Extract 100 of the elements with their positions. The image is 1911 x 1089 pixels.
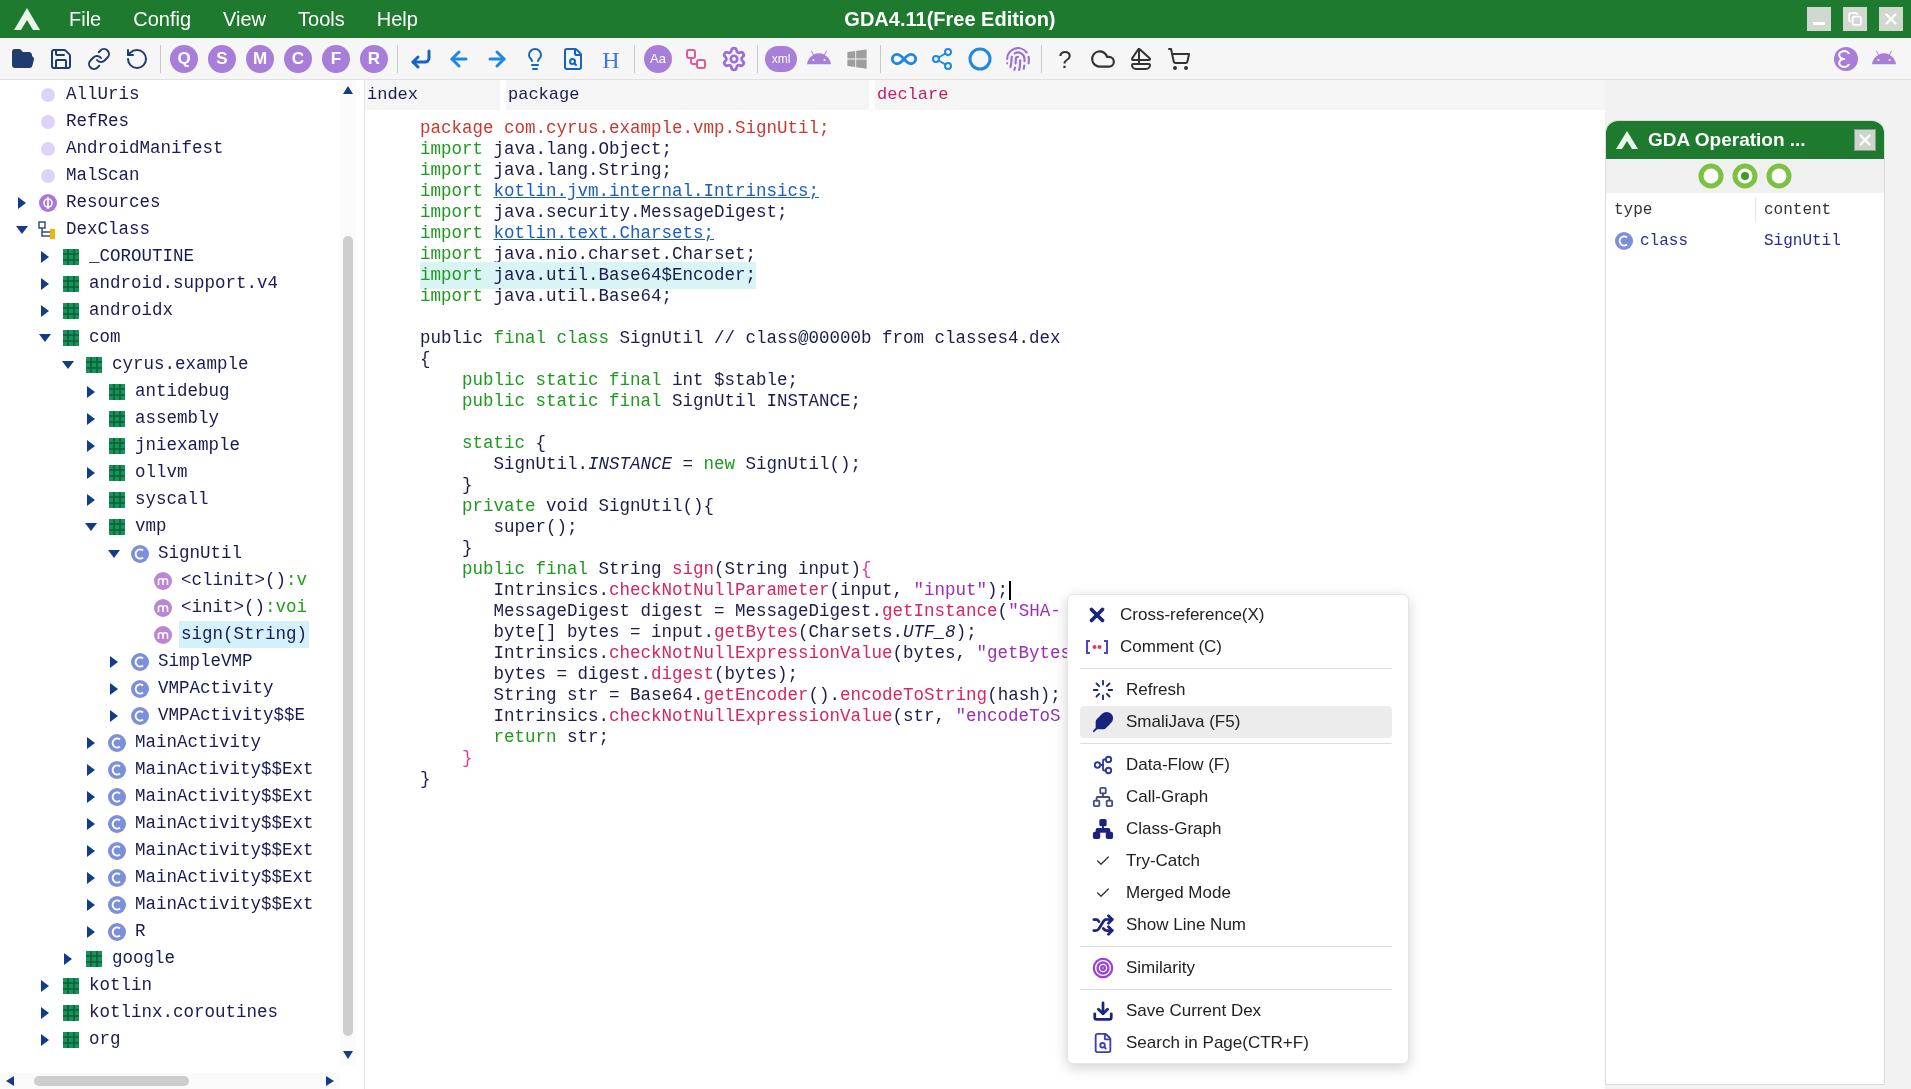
tree-item[interactable]: MalScan (64, 162, 142, 189)
tree-item[interactable]: MainActivity$$Ext (133, 810, 316, 837)
class-icon (107, 867, 127, 888)
dot-icon (40, 167, 56, 184)
brackets-icon (1086, 640, 1108, 654)
tree-item[interactable]: org (87, 1026, 123, 1053)
package-icon (61, 300, 81, 321)
menu-item[interactable]: Save Current Dex (1080, 995, 1392, 1027)
menu-item[interactable]: View (208, 4, 282, 34)
column-header: content (1763, 200, 1833, 221)
tree-item[interactable]: kotlin (87, 972, 154, 999)
tree-item[interactable]: syscall (133, 486, 211, 513)
menu-item[interactable]: Class-Graph (1080, 813, 1392, 845)
package-icon (61, 246, 81, 267)
tree-item[interactable]: SimpleVMP (156, 648, 255, 675)
code-line: public final String sign(String input){ (461, 558, 872, 582)
tree-item[interactable]: <init>():voi (179, 594, 310, 621)
tree-item[interactable]: RefRes (64, 108, 131, 135)
tree-item[interactable]: VMPActivity$$E (156, 702, 308, 729)
menu-item[interactable]: Try-Catch (1080, 845, 1392, 877)
code-text: import (420, 223, 484, 244)
tree-item[interactable]: R (133, 918, 148, 945)
loading-icon (1092, 679, 1114, 701)
scrollbar[interactable] (340, 80, 356, 1065)
shuffle-icon (1092, 914, 1114, 936)
hierarchy-icon (1092, 818, 1114, 840)
table-cell-text: class (1640, 231, 1688, 252)
code-line: } (461, 474, 473, 498)
tree-item[interactable]: MainActivity (133, 729, 264, 756)
menu-item[interactable]: Call-Graph (1080, 781, 1392, 813)
code-link[interactable]: kotlin.jvm.internal.Intrinsics; (493, 181, 820, 202)
tree-item[interactable]: MainActivity$$Ext (133, 783, 316, 810)
tree-item[interactable]: kotlinx.coroutines (87, 999, 281, 1026)
tree-item[interactable]: MainActivity$$Ext (133, 864, 316, 891)
menu-item[interactable]: Comment (C) (1074, 631, 1402, 663)
tree-item[interactable]: <clinit>():v (179, 567, 310, 594)
tree-item[interactable]: SignUtil (156, 540, 244, 567)
tree-item[interactable]: assembly (133, 405, 221, 432)
menu-item[interactable]: Config (118, 4, 207, 34)
class-icon (107, 921, 127, 942)
tree-item[interactable]: android.support.v4 (87, 270, 281, 297)
tree-item[interactable]: jniexample (133, 432, 243, 459)
tree-item[interactable]: MainActivity$$Ext (133, 891, 316, 918)
horizontal-scrollbar[interactable] (0, 1073, 340, 1089)
menu-item[interactable]: Data-Flow (F) (1080, 749, 1392, 781)
panel-title: GDA Operation ... (1648, 127, 1806, 152)
class-icon (130, 705, 150, 726)
menu-item[interactable]: SmaliJava (F5) (1080, 706, 1392, 738)
tree-item[interactable]: sign(String) (179, 621, 310, 648)
code-line: super(); (492, 516, 578, 540)
tree-item[interactable]: google (110, 945, 177, 972)
tree-item[interactable]: AllUris (64, 81, 142, 108)
package-icon (61, 975, 81, 996)
tree-item[interactable]: Resources (64, 189, 163, 216)
tree-item[interactable]: _COROUTINE (87, 243, 197, 270)
minimize-icon (1813, 21, 1825, 25)
header-button[interactable]: H (592, 41, 630, 76)
column-header: package (506, 80, 869, 110)
menu-item[interactable]: Refresh (1080, 674, 1392, 706)
class-icon (130, 678, 150, 699)
code-line: } (461, 537, 473, 561)
code-link[interactable]: kotlin.text.Charsets; (493, 223, 715, 244)
tree-item[interactable]: vmp (133, 513, 169, 540)
menu-item[interactable]: Help (361, 4, 433, 34)
code-line: String str = Base64.getEncoder().encodeToString(hash); (492, 684, 1061, 708)
tree-item[interactable]: com (87, 324, 123, 351)
package-icon (61, 1002, 81, 1023)
menu-item[interactable]: Search in Page(CTR+F) (1080, 1027, 1392, 1059)
tree-item[interactable]: MainActivity$$Ext (133, 837, 316, 864)
scroll-up-icon[interactable] (342, 84, 354, 96)
dot-icon (40, 86, 56, 103)
menu-item[interactable]: Merged Mode (1080, 877, 1392, 909)
code-line: MessageDigest digest = MessageDigest.getInstance("SHA- (492, 600, 1061, 624)
menu-item[interactable]: Cross-reference(X) (1074, 599, 1402, 631)
page-dot[interactable] (1697, 162, 1725, 190)
tree-item[interactable]: androidx (87, 297, 175, 324)
tree-item[interactable]: antidebug (133, 378, 232, 405)
code-line: public static final SignUtil INSTANCE; (461, 390, 862, 414)
scroll-left-icon[interactable] (4, 1075, 16, 1087)
menu-item[interactable]: Show Line Num (1080, 909, 1392, 941)
scroll-right-icon[interactable] (324, 1075, 336, 1087)
menu-item[interactable]: Tools (283, 4, 360, 34)
tree-item[interactable]: AndroidManifest (64, 135, 226, 162)
menu-item[interactable]: File (54, 4, 117, 34)
code-line: public static final int $stable; (461, 369, 799, 393)
tree-item[interactable]: VMPActivity (156, 675, 276, 702)
menu-item[interactable]: Similarity (1080, 952, 1392, 984)
table-cell-text: SignUtil (1763, 231, 1842, 252)
tree-item[interactable]: MainActivity$$Ext (133, 756, 316, 783)
close-button[interactable] (1854, 129, 1876, 151)
class-icon (107, 813, 127, 834)
page-dot[interactable] (1731, 162, 1759, 190)
scroll-down-icon[interactable] (342, 1049, 354, 1061)
package-icon (84, 948, 104, 969)
tree-item[interactable]: DexClass (64, 216, 152, 243)
tree-item[interactable]: ollvm (133, 459, 190, 486)
code-line: public final class SignUtil // class@00000b from classes4.dex (420, 327, 1061, 351)
page-dot[interactable] (1765, 162, 1793, 190)
tree-item[interactable]: cyrus.example (110, 351, 251, 378)
help-button[interactable]: ? (1046, 41, 1084, 76)
